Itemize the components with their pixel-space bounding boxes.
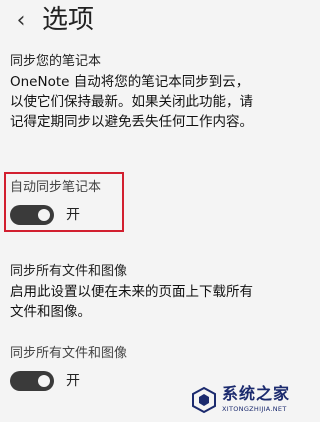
sync-files-description-line-2: 文件和图像。 xyxy=(10,304,91,320)
auto-sync-toggle[interactable] xyxy=(10,205,54,225)
auto-sync-toggle-label: 自动同步笔记本 xyxy=(10,180,102,195)
watermark: 系统之家 XITONGZHIJIA.NET xyxy=(190,384,300,416)
sync-files-toggle-label: 同步所有文件和图像 xyxy=(10,346,128,361)
sync-files-toggle-state: 开 xyxy=(66,373,80,389)
auto-sync-toggle-state: 开 xyxy=(66,207,80,223)
watermark-subtext: XITONGZHIJIA.NET xyxy=(222,405,287,413)
toggle-knob xyxy=(38,375,50,387)
watermark-logo-icon xyxy=(192,386,216,414)
toggle-knob xyxy=(38,209,50,221)
page-title: 选项 xyxy=(42,5,95,35)
sync-notebooks-title: 同步您的笔记本 xyxy=(10,54,102,69)
chevron-left-icon: ‹ xyxy=(16,8,26,33)
sync-files-toggle[interactable] xyxy=(10,371,54,391)
sync-notebooks-description-line-3: 记得定期同步以避免丢失任何工作内容。 xyxy=(10,114,253,130)
sync-notebooks-section: 同步您的笔记本 OneNote 自动将您的笔记本同步到云， 以使它们保持最新。如… xyxy=(10,52,300,132)
sync-notebooks-description-line-1: OneNote 自动将您的笔记本同步到云， xyxy=(10,74,250,90)
sync-files-title: 同步所有文件和图像 xyxy=(10,264,128,279)
sync-files-section: 同步所有文件和图像 启用此设置以便在未来的页面上下载所有 文件和图像。 xyxy=(10,262,300,322)
auto-sync-toggle-row: 开 xyxy=(10,204,300,226)
watermark-text: 系统之家 xyxy=(222,384,291,403)
back-button[interactable]: ‹ xyxy=(10,6,32,36)
sync-files-description-line-1: 启用此设置以便在未来的页面上下载所有 xyxy=(10,284,253,300)
auto-sync-toggle-group: 自动同步笔记本 开 xyxy=(10,178,300,226)
page-header: ‹ 选项 xyxy=(0,0,308,42)
sync-notebooks-description-line-2: 以使它们保持最新。如果关闭此功能，请 xyxy=(10,94,253,110)
